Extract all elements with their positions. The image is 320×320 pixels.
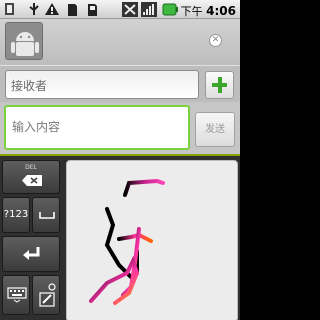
keyboard-icon (7, 287, 27, 303)
handwriting-strokes (89, 178, 165, 305)
sdcard-icon (68, 4, 77, 16)
enter-key[interactable] (2, 236, 60, 272)
avatar[interactable] (5, 22, 43, 60)
compose-area: 输入内容 发送 (0, 102, 240, 154)
space-icon (39, 212, 55, 219)
clock: 下午 4:06 (181, 3, 236, 19)
sdcard-icon (88, 4, 97, 16)
time-period: 下午 (180, 5, 203, 18)
stroke-3 (117, 232, 153, 243)
symbols-key[interactable]: ?123 (2, 197, 30, 233)
time-value: 4:06 (206, 4, 236, 18)
settings-pen-icon (39, 283, 56, 307)
handwriting-canvas[interactable] (66, 160, 238, 320)
recipient-row: 接收者 (0, 65, 240, 102)
send-button[interactable]: 发送 (195, 112, 235, 147)
mute-icon (122, 2, 138, 17)
warning-icon (45, 3, 59, 15)
battery-icon (162, 3, 178, 16)
plus-icon[interactable] (205, 71, 234, 99)
status-bar: 下午 4:06 (0, 0, 240, 19)
delete-key[interactable]: DEL (2, 160, 60, 194)
close-icon[interactable]: ✕ (209, 34, 222, 47)
recipient-input[interactable]: 接收者 (5, 70, 199, 99)
handwriting-keyboard: DEL ?123 (0, 154, 240, 320)
message-input[interactable]: 输入内容 (4, 105, 190, 150)
enter-icon (23, 247, 40, 260)
android-debug-icon (5, 3, 14, 15)
keyboard-switch-key[interactable] (2, 275, 30, 315)
space-key[interactable] (32, 197, 60, 233)
conversation-header: ✕ (0, 19, 240, 65)
backspace-icon (22, 175, 42, 186)
android-contact-icon (6, 23, 42, 59)
usb-icon (29, 3, 39, 15)
delete-key-label: DEL (25, 164, 37, 171)
key-row-middle: ?123 (2, 197, 60, 233)
settings-key[interactable] (32, 275, 60, 315)
signal-icon (141, 2, 157, 17)
key-row-bottom (2, 275, 60, 315)
stroke-1 (123, 178, 165, 197)
